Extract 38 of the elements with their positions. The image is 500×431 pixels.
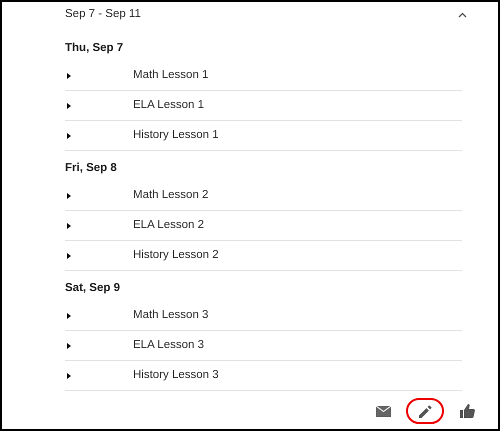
- lesson-row[interactable]: Math Lesson 2: [65, 181, 462, 211]
- lesson-row[interactable]: Math Lesson 1: [65, 61, 462, 91]
- caret-right-icon: [67, 102, 72, 108]
- caret-right-icon: [67, 372, 72, 378]
- lesson-row[interactable]: Math Lesson 3: [65, 301, 462, 331]
- mail-icon: [376, 406, 390, 416]
- pencil-icon: [418, 404, 432, 418]
- lesson-row[interactable]: ELA Lesson 1: [65, 91, 462, 121]
- lesson-row[interactable]: ELA Lesson 2: [65, 211, 462, 241]
- lesson-title: ELA Lesson 1: [133, 98, 204, 113]
- caret-right-icon: [67, 312, 72, 318]
- lesson-row[interactable]: ELA Lesson 3: [65, 331, 462, 361]
- lesson-title: ELA Lesson 3: [133, 338, 204, 353]
- edit-button[interactable]: [406, 398, 444, 424]
- lesson-row[interactable]: History Lesson 3: [65, 361, 462, 391]
- lesson-row[interactable]: History Lesson 2: [65, 241, 462, 271]
- chevron-up-icon: [458, 12, 467, 18]
- lesson-title: History Lesson 1: [133, 128, 219, 143]
- caret-right-icon: [67, 342, 72, 348]
- day-heading: Fri, Sep 8: [65, 160, 117, 176]
- caret-right-icon: [67, 222, 72, 228]
- day-heading: Sat, Sep 9: [65, 280, 120, 296]
- caret-right-icon: [67, 132, 72, 138]
- lesson-title: History Lesson 2: [133, 248, 219, 263]
- caret-right-icon: [67, 72, 72, 78]
- lesson-title: History Lesson 3: [133, 368, 219, 383]
- lesson-title: Math Lesson 1: [133, 68, 208, 83]
- lesson-title: ELA Lesson 2: [133, 218, 204, 233]
- week-title: Sep 7 - Sep 11: [65, 7, 141, 22]
- like-button[interactable]: [458, 401, 476, 421]
- lesson-title: Math Lesson 3: [133, 308, 208, 323]
- lesson-title: Math Lesson 2: [133, 188, 208, 203]
- week-header[interactable]: Sep 7 - Sep 11: [65, 2, 468, 28]
- caret-right-icon: [67, 192, 72, 198]
- lesson-row[interactable]: History Lesson 1: [65, 121, 462, 151]
- thumbs-up-icon: [460, 404, 474, 418]
- caret-right-icon: [67, 252, 72, 258]
- day-heading: Thu, Sep 7: [65, 40, 124, 56]
